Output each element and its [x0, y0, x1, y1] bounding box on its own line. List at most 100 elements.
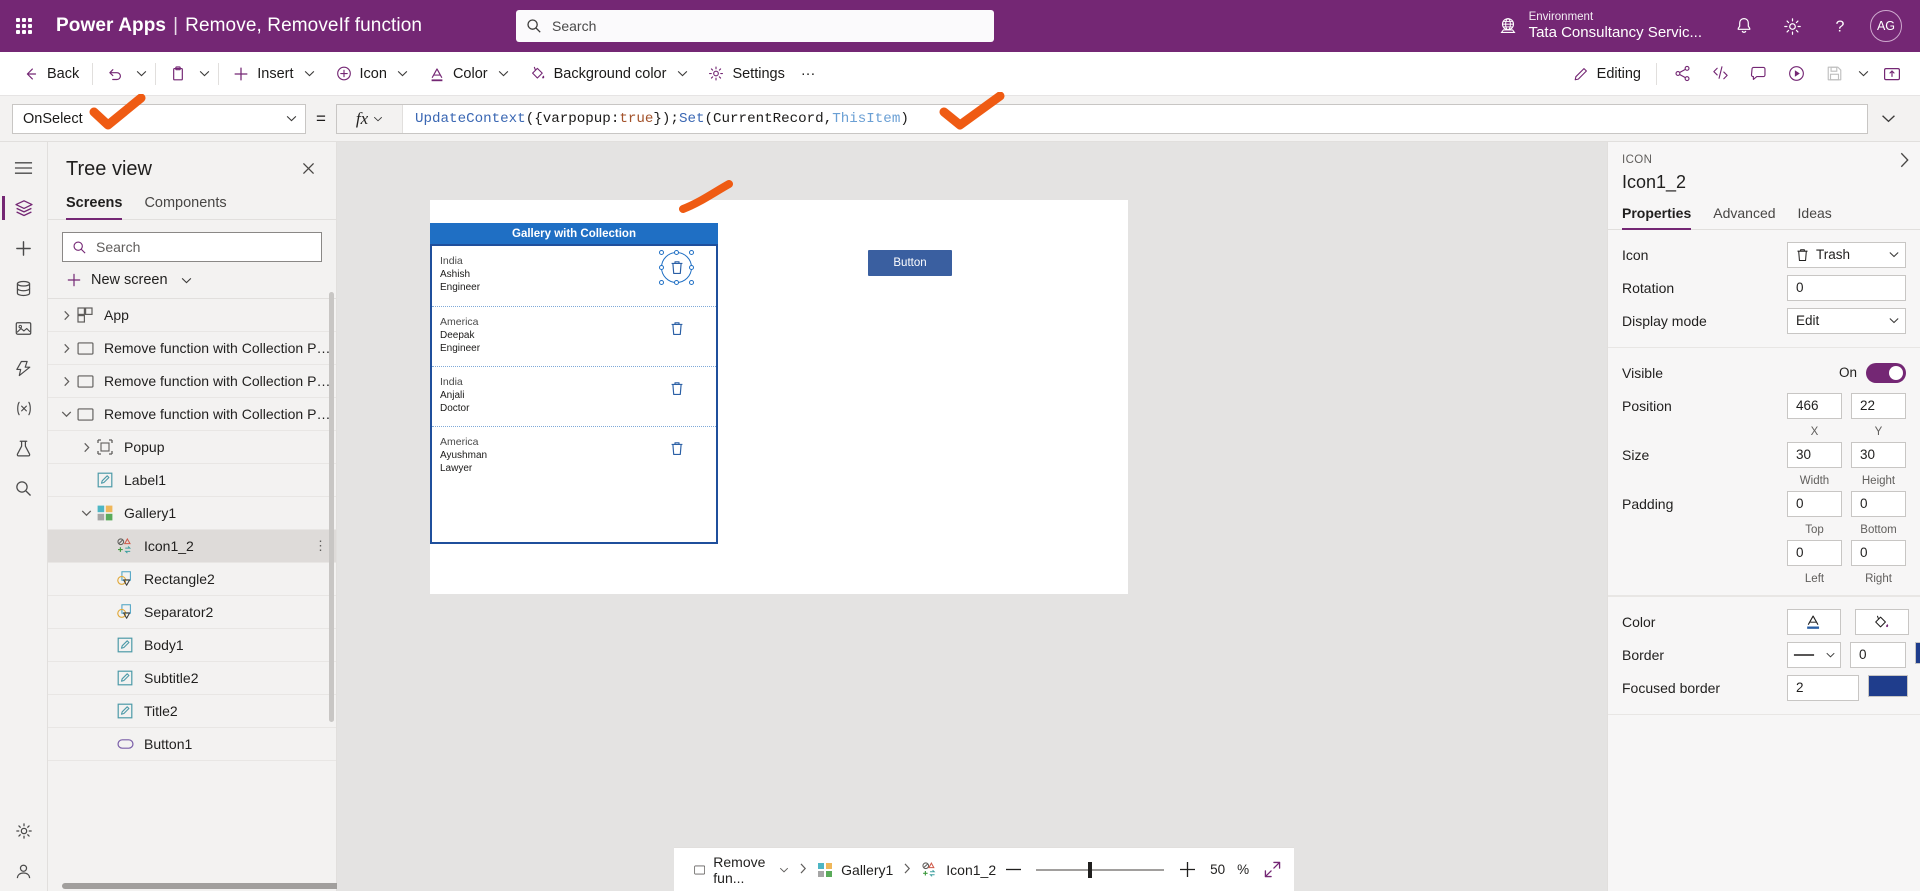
padding-bottom-input[interactable]: 0: [1851, 490, 1906, 517]
gallery-item[interactable]: America Deepak Engineer: [432, 306, 716, 366]
chevron-right-icon[interactable]: [58, 343, 74, 354]
paste-button[interactable]: [161, 60, 195, 88]
overflow-button[interactable]: ···: [793, 61, 824, 87]
rail-settings-button[interactable]: [2, 811, 46, 851]
gallery-item[interactable]: India Anjali Doctor: [432, 366, 716, 426]
tree-item-gallery1[interactable]: Gallery1: [48, 497, 336, 530]
delete-icon[interactable]: [670, 441, 684, 456]
rail-account-button[interactable]: [2, 851, 46, 891]
display-mode-select[interactable]: Edit: [1787, 307, 1906, 334]
border-width-input[interactable]: 0: [1850, 641, 1906, 668]
gallery-item[interactable]: India Ashish Engineer: [432, 246, 716, 306]
text-color-button[interactable]: [1787, 608, 1841, 635]
rotation-input[interactable]: 0: [1787, 274, 1906, 301]
formula-expand-button[interactable]: [1868, 114, 1908, 123]
breadcrumb-screen[interactable]: Remove fun...: [688, 851, 795, 889]
tree-search-input[interactable]: Search: [62, 232, 322, 262]
tree-item-remove-function-with-collection-part-1[interactable]: Remove function with Collection Part 1: [48, 332, 336, 365]
selection-handles[interactable]: [659, 250, 694, 285]
tab-components[interactable]: Components: [144, 191, 226, 219]
insert-dropdown[interactable]: [301, 70, 319, 77]
rail-data-button[interactable]: [2, 268, 46, 308]
chevron-right-icon[interactable]: [58, 376, 74, 387]
color-dropdown[interactable]: [495, 70, 513, 77]
gallery-item[interactable]: America Ayushman Lawyer: [432, 426, 716, 486]
fit-to-screen-button[interactable]: [1261, 859, 1283, 881]
save-dropdown[interactable]: [1854, 70, 1872, 77]
canvas-area[interactable]: Gallery with Collection India Ashish Engin…: [337, 142, 1607, 891]
formula-input[interactable]: fx UpdateContext ({varpopup: true}); Set(…: [336, 103, 1868, 134]
chevron-down-icon[interactable]: [58, 410, 74, 418]
icon-dropdown[interactable]: [394, 70, 412, 77]
padding-left-input[interactable]: 0: [1787, 539, 1842, 566]
tree-item-rectangle2[interactable]: Rectangle2: [48, 563, 336, 596]
gallery-control[interactable]: India Ashish Engineer America Deepak Engineer…: [430, 244, 718, 544]
tree-item-label1[interactable]: Label1: [48, 464, 336, 497]
background-color-dropdown[interactable]: [673, 70, 691, 77]
tree-horizontal-scrollbar[interactable]: [48, 883, 352, 891]
color-button[interactable]: Color: [420, 60, 521, 88]
zoom-slider[interactable]: [1036, 861, 1165, 878]
tab-properties[interactable]: Properties: [1622, 205, 1692, 230]
background-color-button[interactable]: Background color: [521, 60, 700, 88]
tree-item-more-button[interactable]: ⋮: [314, 538, 328, 554]
tree-item-icon1-2[interactable]: Icon1_2 ⋮: [48, 530, 336, 563]
notifications-button[interactable]: [1720, 0, 1768, 52]
icon-button[interactable]: Icon: [327, 60, 420, 88]
border-style-select[interactable]: [1787, 641, 1841, 668]
tree-item-button1[interactable]: Button1: [48, 728, 336, 761]
rail-tests-button[interactable]: [2, 428, 46, 468]
settings-button[interactable]: [1768, 0, 1816, 52]
chevron-down-icon[interactable]: [779, 864, 789, 876]
breadcrumb-control[interactable]: Icon1_2: [915, 859, 1002, 881]
tree-scrollbar[interactable]: [329, 292, 334, 722]
zoom-in-button[interactable]: [1176, 859, 1198, 881]
property-select[interactable]: OnSelect: [12, 103, 306, 134]
undo-button[interactable]: [98, 60, 132, 88]
breadcrumb-gallery[interactable]: Gallery1: [811, 859, 899, 881]
close-icon[interactable]: [297, 159, 320, 181]
waffle-menu-icon[interactable]: [0, 0, 48, 52]
rail-menu-button[interactable]: [2, 148, 46, 188]
tab-ideas[interactable]: Ideas: [1798, 205, 1832, 229]
position-y-input[interactable]: 22: [1851, 392, 1906, 419]
rail-insert-button[interactable]: [2, 228, 46, 268]
undo-dropdown[interactable]: [132, 70, 150, 77]
icon-property-select[interactable]: Trash: [1787, 241, 1906, 268]
comments-button[interactable]: [1740, 58, 1776, 90]
button-control[interactable]: Button: [868, 250, 952, 276]
size-height-input[interactable]: 30: [1851, 441, 1906, 468]
chevron-right-icon[interactable]: [78, 442, 94, 453]
tree-item-app[interactable]: App: [48, 299, 336, 332]
visible-toggle[interactable]: [1866, 362, 1906, 383]
app-screen[interactable]: Gallery with Collection India Ashish Engin…: [430, 200, 1128, 594]
chevron-down-icon[interactable]: [181, 272, 192, 288]
tab-screens[interactable]: Screens: [66, 191, 123, 220]
tree-item-popup[interactable]: Popup: [48, 431, 336, 464]
chevron-down-icon[interactable]: [78, 509, 94, 517]
delete-icon[interactable]: [670, 321, 684, 336]
tree-item-remove-function-with-collection-part-3[interactable]: Remove function with Collection Part 3: [48, 398, 336, 431]
paste-dropdown[interactable]: [195, 70, 213, 77]
position-x-input[interactable]: 466: [1787, 392, 1842, 419]
rail-search-button[interactable]: [2, 468, 46, 508]
help-button[interactable]: ?: [1816, 0, 1864, 52]
avatar[interactable]: AG: [1870, 10, 1902, 42]
size-width-input[interactable]: 30: [1787, 441, 1842, 468]
save-button[interactable]: [1816, 58, 1852, 90]
rail-media-button[interactable]: [2, 308, 46, 348]
check-app-button[interactable]: [1702, 58, 1738, 90]
panel-expand-button[interactable]: [1899, 152, 1910, 172]
focused-border-width-input[interactable]: 2: [1787, 674, 1859, 701]
tree-item-body1[interactable]: Body1: [48, 629, 336, 662]
rail-variables-button[interactable]: [2, 388, 46, 428]
insert-button[interactable]: Insert: [224, 60, 326, 88]
environment-picker[interactable]: Environment Tata Consultancy Servic...: [1497, 11, 1720, 41]
settings-command[interactable]: Settings: [699, 60, 792, 88]
share-button[interactable]: [1664, 58, 1700, 90]
tree-item-separator2[interactable]: Separator2: [48, 596, 336, 629]
padding-top-input[interactable]: 0: [1787, 490, 1842, 517]
focused-border-color-swatch[interactable]: [1868, 674, 1908, 697]
search-input[interactable]: Search: [516, 10, 994, 42]
rail-power-automate-button[interactable]: [2, 348, 46, 388]
